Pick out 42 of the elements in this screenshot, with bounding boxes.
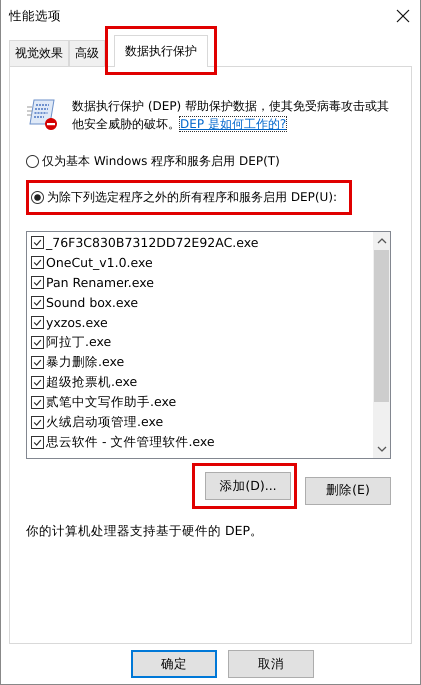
program-name: yxzos.exe	[46, 314, 108, 330]
program-name: OneCut_v1.0.exe	[46, 254, 153, 270]
tab[interactable]: 视觉效果	[9, 40, 69, 66]
scroll-up-icon[interactable]	[376, 237, 386, 245]
dialog-button[interactable]: 删除(E)	[305, 476, 391, 504]
description-text: 数据执行保护 (DEP) 帮助保护数据，使其免受病毒攻击或其他安全威胁的破坏。DEP 是如何工作的?	[72, 98, 390, 133]
checkbox[interactable]	[31, 376, 44, 388]
close-icon[interactable]	[396, 9, 410, 23]
program-name: Pan Renamer.exe	[46, 274, 154, 290]
dialog-button[interactable]: 确定	[131, 650, 217, 678]
tab[interactable]: 高级	[69, 40, 105, 66]
program-name: Sound box.exe	[46, 294, 138, 310]
checkbox[interactable]	[31, 296, 44, 308]
program-name: 暴力删除.exe	[46, 354, 124, 370]
radio-button[interactable]	[26, 155, 39, 168]
program-name: 阿拉丁.exe	[46, 334, 112, 350]
scrollbar[interactable]	[373, 232, 390, 458]
document-icon	[26, 97, 60, 131]
window-title: 性能选项	[9, 8, 61, 24]
hardware-note: 你的计算机处理器支持基于硬件的 DEP。	[26, 523, 264, 540]
tab[interactable]: 数据执行保护	[114, 35, 208, 67]
radio-button[interactable]	[31, 191, 44, 204]
checkbox[interactable]	[31, 236, 44, 248]
program-name: 超级抢票机.exe	[46, 374, 138, 390]
option-label[interactable]: 为除下列选定程序之外的所有程序和服务启用 DEP(U):	[47, 189, 338, 206]
checkbox[interactable]	[31, 336, 44, 348]
dialog-button[interactable]: 取消	[228, 650, 314, 678]
program-name: 贰笔中文写作助手.exe	[46, 394, 176, 410]
checkbox[interactable]	[31, 396, 44, 408]
dialog-button[interactable]: 添加(D)...	[205, 472, 291, 500]
option-label[interactable]: 仅为基本 Windows 程序和服务启用 DEP(T)	[42, 153, 280, 170]
checkbox[interactable]	[31, 416, 44, 428]
checkbox[interactable]	[31, 436, 44, 448]
checkbox[interactable]	[31, 316, 44, 328]
scroll-down-icon[interactable]	[376, 445, 386, 453]
checkbox[interactable]	[31, 276, 44, 288]
help-link[interactable]: DEP 是如何工作的?	[180, 117, 286, 131]
program-name: 思云软件 - 文件管理软件.exe	[46, 434, 215, 450]
program-name: 火绒启动项管理.exe	[46, 414, 164, 430]
checkbox[interactable]	[31, 256, 44, 268]
program-name: _76F3C830B7312DD72E92AC.exe	[46, 234, 258, 250]
checkbox[interactable]	[31, 356, 44, 368]
